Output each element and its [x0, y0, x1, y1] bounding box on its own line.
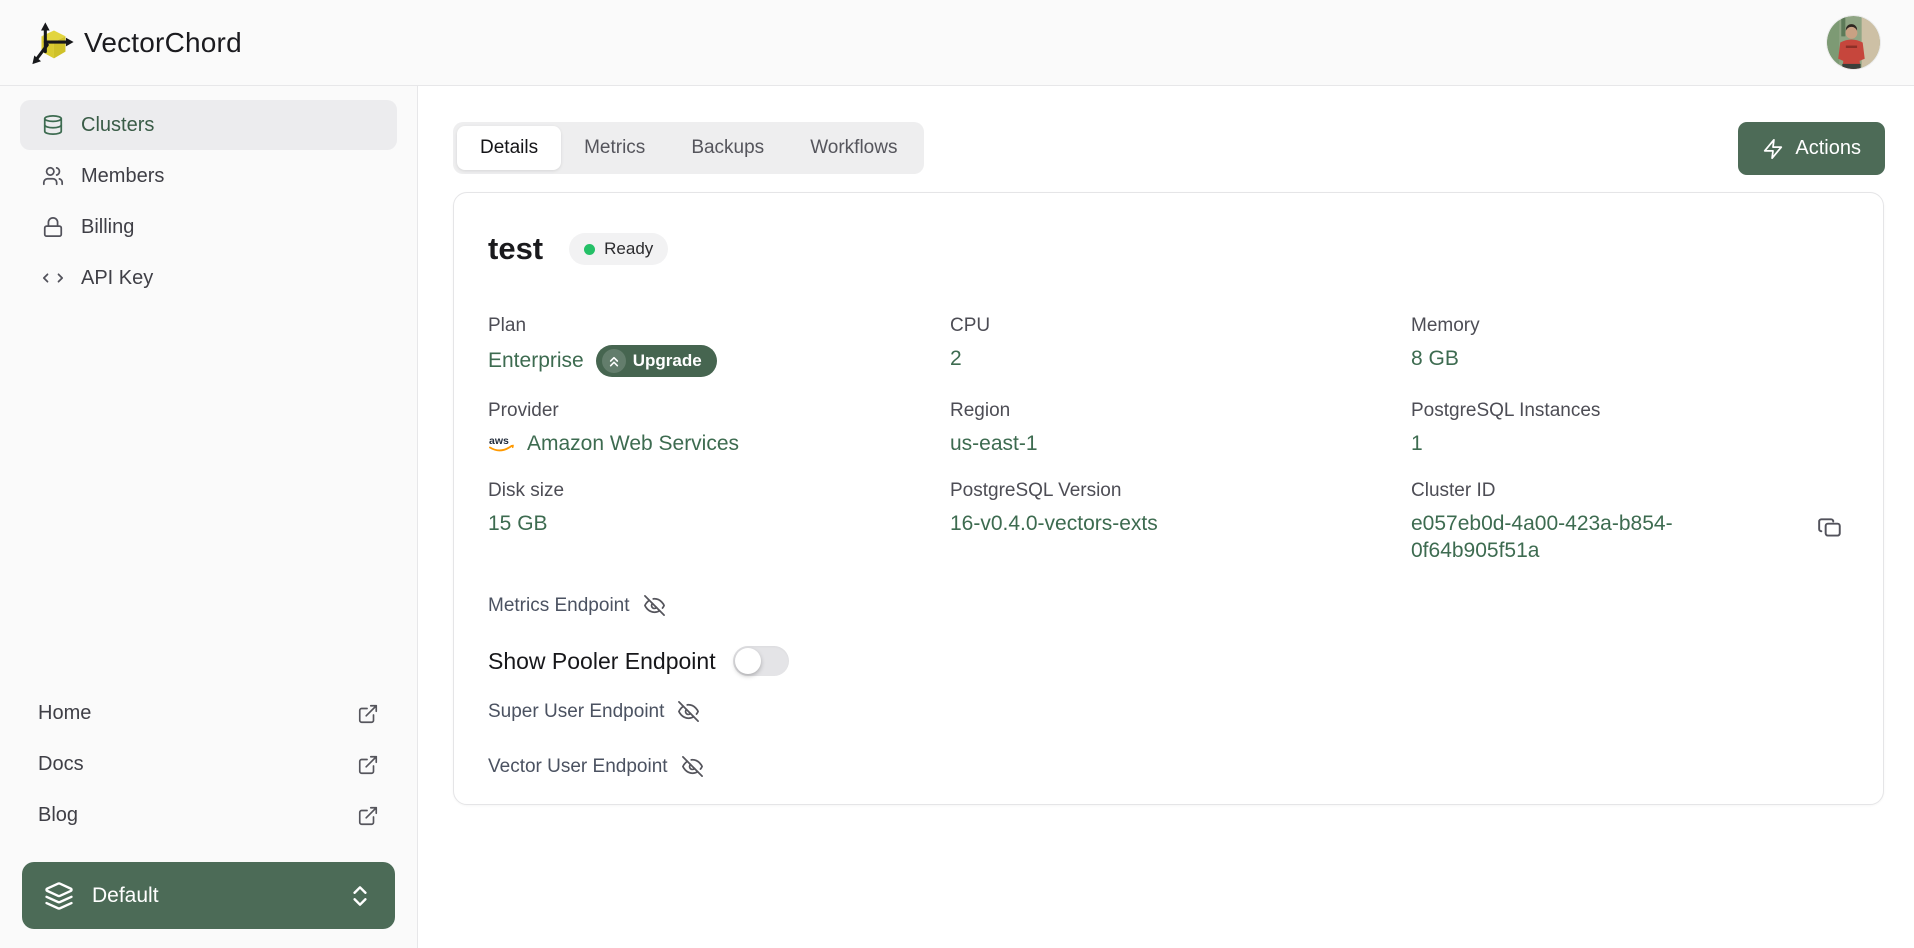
- tab-metrics[interactable]: Metrics: [561, 126, 668, 170]
- field-label: Memory: [1411, 315, 1849, 338]
- cluster-tabs: Details Metrics Backups Workflows: [453, 122, 924, 174]
- field-region: Region us-east-1: [950, 400, 1411, 457]
- field-label: Provider: [488, 400, 950, 423]
- metrics-endpoint-label: Metrics Endpoint: [488, 595, 630, 617]
- layers-icon: [44, 881, 74, 911]
- field-cpu: CPU 2: [950, 315, 1411, 377]
- external-link-icon: [357, 703, 379, 725]
- link-label: Docs: [38, 753, 84, 776]
- cluster-fields-grid: Plan Enterprise Upgrade CPU 2: [488, 315, 1849, 564]
- cluster-name: test: [488, 231, 543, 267]
- sidebar-link-home[interactable]: Home: [22, 688, 395, 739]
- sidebar-bottom: Home Docs Blog Default: [0, 688, 417, 948]
- sidebar-link-blog[interactable]: Blog: [22, 790, 395, 841]
- vector-user-endpoint-label: Vector User Endpoint: [488, 756, 668, 778]
- sidebar-item-api-key[interactable]: API Key: [20, 253, 397, 303]
- lock-icon: [42, 216, 64, 238]
- external-link-icon: [357, 754, 379, 776]
- pooler-endpoint-toggle[interactable]: [733, 646, 789, 676]
- field-memory: Memory 8 GB: [1411, 315, 1849, 377]
- app: { "brand": { "name": "VectorChord" }, "s…: [0, 0, 1914, 948]
- actions-button-label: Actions: [1795, 137, 1861, 160]
- sidebar-item-clusters[interactable]: Clusters: [20, 100, 397, 150]
- sidebar-item-billing[interactable]: Billing: [20, 202, 397, 252]
- field-cluster-id: Cluster ID e057eb0d-4a00-423a-b854-0f64b…: [1411, 480, 1849, 564]
- field-label: Region: [950, 400, 1411, 423]
- pooler-endpoint-row: Show Pooler Endpoint: [488, 646, 1849, 676]
- upgrade-label: Upgrade: [633, 351, 702, 371]
- field-label: PostgreSQL Instances: [1411, 400, 1849, 423]
- field-provider: Provider aws Amazon Web Services: [488, 400, 950, 457]
- field-value: us-east-1: [950, 430, 1038, 457]
- eye-off-icon[interactable]: [643, 594, 666, 617]
- pooler-endpoint-label: Show Pooler Endpoint: [488, 648, 716, 675]
- super-user-endpoint-label: Super User Endpoint: [488, 701, 664, 723]
- tab-details[interactable]: Details: [457, 126, 561, 170]
- code-icon: [42, 267, 64, 289]
- field-postgresql-version: PostgreSQL Version 16-v0.4.0-vectors-ext…: [950, 480, 1411, 564]
- field-value: Enterprise: [488, 347, 584, 374]
- zap-icon: [1762, 138, 1784, 160]
- vectorchord-logo-icon: [30, 20, 76, 66]
- sidebar-nav: Clusters Members Billing: [0, 86, 417, 303]
- sidebar-item-members[interactable]: Members: [20, 151, 397, 201]
- field-label: PostgreSQL Version: [950, 480, 1411, 503]
- database-icon: [42, 114, 64, 136]
- toggle-knob: [735, 648, 761, 674]
- field-label: CPU: [950, 315, 1411, 338]
- svg-text:aws: aws: [489, 435, 509, 447]
- field-value: 16-v0.4.0-vectors-exts: [950, 510, 1158, 537]
- users-icon: [42, 165, 64, 187]
- sidebar-link-docs[interactable]: Docs: [22, 739, 395, 790]
- sidebar-item-label: Billing: [81, 216, 134, 239]
- chevrons-up-icon: [602, 349, 626, 373]
- sidebar-item-label: Clusters: [81, 114, 154, 137]
- field-postgresql-instances: PostgreSQL Instances 1: [1411, 400, 1849, 457]
- eye-off-icon[interactable]: [681, 755, 704, 778]
- field-plan: Plan Enterprise Upgrade: [488, 315, 950, 377]
- header: VectorChord: [0, 0, 1914, 86]
- field-label: Plan: [488, 315, 950, 338]
- field-value: e057eb0d-4a00-423a-b854-0f64b905f51a: [1411, 510, 1699, 565]
- actions-button[interactable]: Actions: [1738, 122, 1885, 175]
- status-dot-icon: [584, 244, 595, 255]
- super-user-endpoint-row: Super User Endpoint: [488, 700, 1849, 723]
- org-switcher-label: Default: [92, 884, 159, 908]
- brand-name: VectorChord: [84, 27, 242, 59]
- field-value: 8 GB: [1411, 345, 1459, 372]
- link-label: Blog: [38, 804, 78, 827]
- eye-off-icon[interactable]: [677, 700, 700, 723]
- sidebar-item-label: Members: [81, 165, 164, 188]
- status-badge: Ready: [569, 233, 668, 265]
- metrics-endpoint-row: Metrics Endpoint: [488, 594, 1849, 617]
- aws-icon: aws: [488, 434, 515, 453]
- field-label: Disk size: [488, 480, 950, 503]
- tab-backups[interactable]: Backups: [668, 126, 787, 170]
- sidebar: Clusters Members Billing: [0, 86, 418, 948]
- cluster-details-card: test Ready Plan Enterprise: [453, 192, 1884, 805]
- field-value: 2: [950, 345, 962, 372]
- copy-icon: [1817, 515, 1843, 541]
- vector-user-endpoint-row: Vector User Endpoint: [488, 755, 1849, 778]
- field-label: Cluster ID: [1411, 480, 1849, 503]
- user-avatar[interactable]: [1827, 16, 1880, 69]
- field-value: Amazon Web Services: [527, 430, 739, 457]
- copy-cluster-id-button[interactable]: [1813, 511, 1847, 545]
- field-disk-size: Disk size 15 GB: [488, 480, 950, 564]
- link-label: Home: [38, 702, 91, 725]
- main-content: Details Metrics Backups Workflows Action…: [419, 86, 1914, 948]
- external-link-icon: [357, 805, 379, 827]
- tab-workflows[interactable]: Workflows: [787, 126, 920, 170]
- sidebar-item-label: API Key: [81, 267, 153, 290]
- org-switcher-button[interactable]: Default: [22, 862, 395, 929]
- chevrons-up-down-icon: [347, 883, 373, 909]
- field-value: 15 GB: [488, 510, 548, 537]
- cluster-title-row: test Ready: [488, 229, 1849, 269]
- upgrade-button[interactable]: Upgrade: [596, 345, 717, 377]
- brand-logo: VectorChord: [30, 20, 242, 66]
- status-label: Ready: [604, 239, 653, 259]
- field-value: 1: [1411, 430, 1423, 457]
